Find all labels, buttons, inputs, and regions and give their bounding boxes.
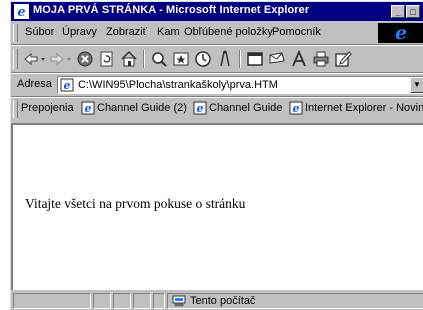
status-panel [133, 293, 151, 309]
address-dropdown-button[interactable]: ▼ [410, 77, 423, 93]
computer-icon [172, 295, 186, 307]
minimize-button[interactable]: _ [391, 5, 405, 18]
channels-icon [220, 50, 230, 67]
menu-favorites[interactable]: Obľúbené položky [184, 26, 273, 38]
refresh-icon [100, 51, 113, 67]
ie-app-icon: e [14, 4, 29, 19]
standard-toolbar [11, 46, 423, 72]
history-button[interactable] [193, 49, 213, 69]
channels-button[interactable] [215, 49, 235, 69]
fullscreen-icon [247, 52, 263, 66]
fullscreen-button[interactable] [245, 49, 265, 69]
status-panel [153, 293, 165, 309]
search-icon [152, 52, 167, 67]
link-page-icon: e [289, 101, 303, 115]
menu-file[interactable]: Súbor [25, 26, 54, 38]
home-icon [121, 50, 137, 67]
menu-help[interactable]: Pomocník [272, 26, 321, 38]
menu-go[interactable]: Kam [157, 26, 180, 38]
svg-text:e: e [85, 102, 92, 115]
link-page-icon: e [193, 101, 207, 115]
toolbar-separator [143, 50, 145, 68]
mail-button[interactable] [267, 49, 287, 69]
back-button[interactable] [23, 49, 47, 69]
link-page-icon: e [81, 101, 95, 115]
forward-icon [50, 52, 71, 66]
menu-view[interactable]: Zobraziť [106, 26, 147, 38]
maximize-button[interactable]: □ [406, 5, 420, 18]
linksbar-grip[interactable] [13, 100, 18, 118]
refresh-button[interactable] [97, 49, 117, 69]
history-icon [195, 51, 211, 67]
font-button[interactable] [289, 49, 309, 69]
svg-text:e: e [197, 102, 204, 115]
address-field[interactable]: e C:\WIN95\Plocha\strankaškoly\prva.HTM … [57, 76, 423, 94]
back-icon [24, 52, 45, 66]
status-panel [93, 293, 111, 309]
stop-button[interactable] [75, 49, 95, 69]
toolbar-grip[interactable] [13, 49, 18, 69]
menu-bar: Súbor Úpravy Zobraziť Kam Obľúbené polož… [11, 22, 423, 44]
page-content[interactable]: Vitajte všetci na prvom pokuse o stránku [11, 123, 423, 290]
ie-logo: e [378, 23, 423, 43]
svg-text:e: e [293, 102, 300, 115]
title-bar[interactable]: e MOJA PRVÁ STRÁNKA - Microsoft Internet… [11, 2, 423, 21]
window-title: MOJA PRVÁ STRÁNKA - Microsoft Internet E… [33, 4, 310, 16]
search-button[interactable] [149, 49, 169, 69]
menu-edit[interactable]: Úpravy [62, 26, 97, 38]
page-icon: e [60, 78, 74, 92]
print-icon [313, 51, 329, 67]
link-channel-guide-2[interactable]: Channel Guide (2) [97, 102, 187, 114]
status-bar: Tento počítač [11, 292, 423, 310]
address-url: C:\WIN95\Plocha\strankaškoly\prva.HTM [78, 79, 278, 91]
address-label: Adresa [17, 78, 52, 90]
forward-button[interactable] [49, 49, 73, 69]
mail-icon [269, 52, 285, 64]
svg-text:e: e [17, 5, 25, 19]
link-channel-guide[interactable]: Channel Guide [209, 102, 282, 114]
font-icon [292, 49, 306, 67]
toolbar-separator [239, 50, 241, 68]
page-text: Vitajte všetci na prvom pokuse o stránku [25, 196, 246, 211]
browser-window: e MOJA PRVÁ STRÁNKA - Microsoft Internet… [10, 1, 423, 310]
status-zone-panel: Tento počítač [167, 293, 423, 309]
favorites-button[interactable] [171, 49, 191, 69]
address-bar: Adresa e C:\WIN95\Plocha\strankaškoly\pr… [11, 74, 423, 96]
svg-text:e: e [64, 79, 71, 92]
links-label[interactable]: Prepojenia [21, 102, 74, 114]
edit-icon [335, 51, 352, 67]
link-ie-news[interactable]: Internet Explorer - Novinky [305, 102, 423, 114]
status-zone: Tento počítač [190, 295, 256, 307]
favorites-icon [173, 52, 189, 66]
stop-icon [77, 51, 93, 67]
home-button[interactable] [119, 49, 139, 69]
status-panel-main [13, 293, 91, 309]
status-panel [113, 293, 131, 309]
print-button[interactable] [311, 49, 331, 69]
menubar-grip[interactable] [13, 24, 18, 42]
links-bar: Prepojenia e Channel Guide (2) e Channel… [11, 98, 423, 120]
edit-button[interactable] [333, 49, 353, 69]
